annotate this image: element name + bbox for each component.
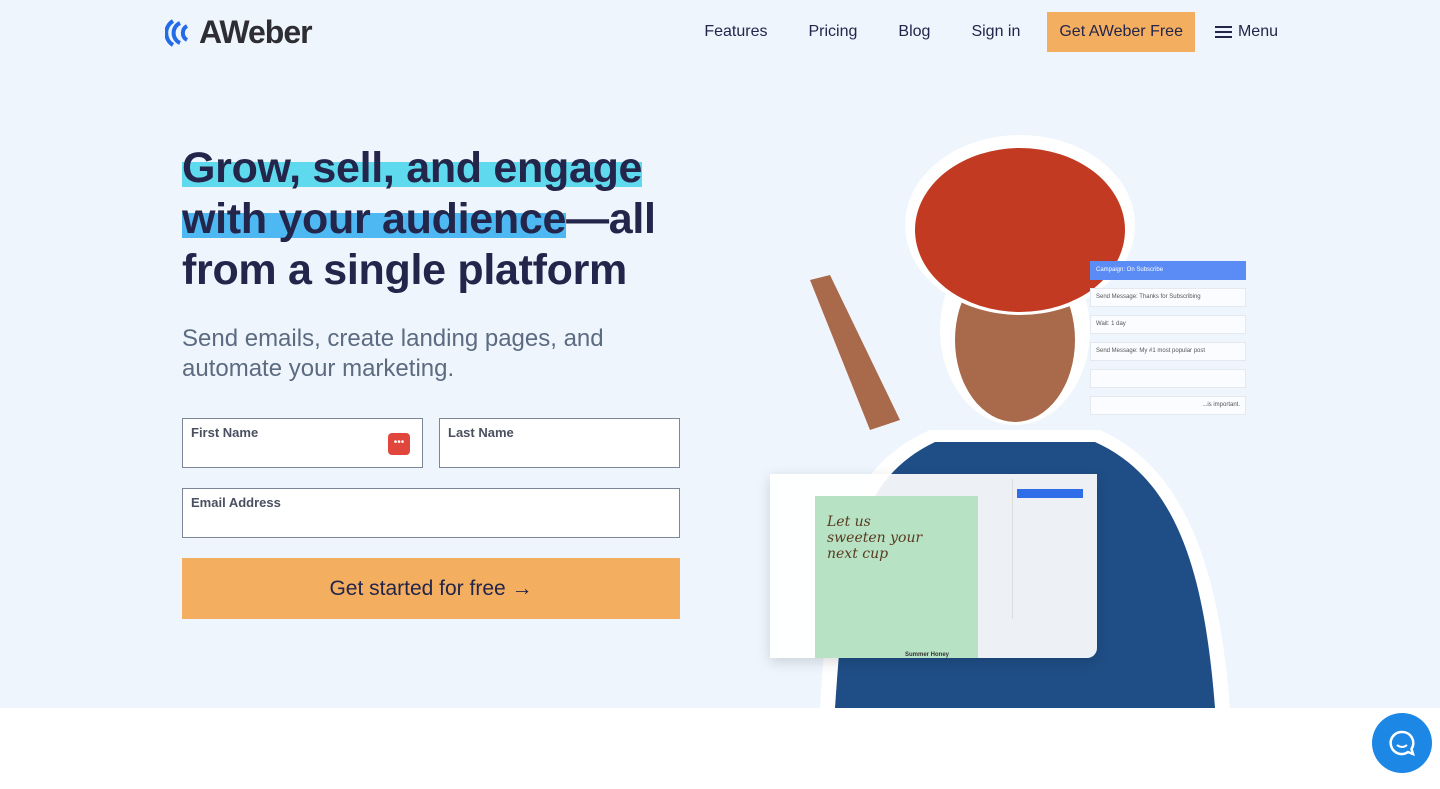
- card-text: Let us sweeten your next cup: [827, 514, 923, 562]
- editor-screenshot: Let us sweeten your next cup Summer Hone…: [770, 474, 1097, 658]
- menu-label: Menu: [1237, 23, 1278, 40]
- workflow-step: [1090, 369, 1246, 388]
- hamburger-icon: [1214, 26, 1232, 38]
- workflow-step: Send Message: Thanks for Subscribing: [1090, 288, 1246, 307]
- first-name-input[interactable]: [191, 447, 395, 463]
- chat-button[interactable]: [1372, 713, 1432, 773]
- password-manager-icon[interactable]: •••: [388, 433, 410, 455]
- email-label: Email Address: [191, 495, 281, 510]
- workflow-step: Wait: 1 day: [1090, 315, 1246, 334]
- get-started-button[interactable]: Get started for free →: [182, 558, 680, 619]
- email-input[interactable]: [191, 517, 613, 533]
- workflow-step: ...is important.: [1090, 396, 1246, 415]
- logo-text: AWeber: [199, 14, 313, 50]
- workflow-step: Campaign: On Subscribe: [1090, 261, 1246, 280]
- first-name-label: First Name: [191, 425, 259, 440]
- nav-sign-in[interactable]: Sign in: [971, 23, 1020, 41]
- menu-button[interactable]: Menu: [1214, 23, 1278, 41]
- editor-settings-panel: [1012, 479, 1092, 619]
- nav-features[interactable]: Features: [704, 23, 767, 41]
- first-name-field[interactable]: First Name •••: [182, 418, 423, 468]
- last-name-label: Last Name: [448, 425, 514, 440]
- subheadline: Send emails, create landing pages, and a…: [182, 325, 604, 382]
- editor-card-image: Let us sweeten your next cup Summer Hone…: [815, 496, 978, 658]
- card-caption: Summer Honey: [905, 652, 950, 658]
- workflow-step: Send Message: My #1 most popular post: [1090, 342, 1246, 361]
- email-field[interactable]: Email Address: [182, 488, 680, 538]
- chat-icon: [1389, 730, 1415, 757]
- get-aweber-free-button[interactable]: Get AWeber Free: [1047, 12, 1195, 52]
- top-nav: Features Pricing Blog Sign in Get AWeber…: [663, 12, 1278, 52]
- headline-part: Grow, sell, and engage: [182, 144, 643, 192]
- nav-pricing[interactable]: Pricing: [809, 23, 858, 41]
- logo-icon: [165, 18, 189, 47]
- headline-part: from a single platform: [182, 246, 627, 294]
- last-name-field[interactable]: Last Name: [439, 418, 680, 468]
- nav-blog[interactable]: Blog: [898, 23, 930, 41]
- page-title: Grow, sell, and engage with your audience…: [182, 143, 702, 296]
- headline-part: —all: [566, 195, 656, 243]
- headline-part: with your audience: [182, 195, 567, 243]
- last-name-input[interactable]: [448, 447, 652, 463]
- aweber-logo[interactable]: AWeber: [165, 14, 313, 51]
